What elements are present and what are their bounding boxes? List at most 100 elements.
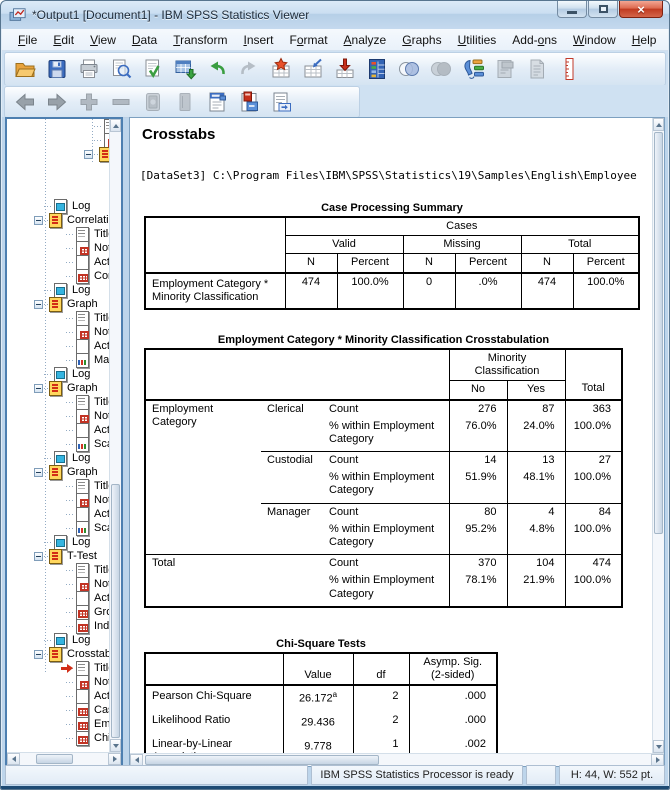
outline-horizontal-scrollbar[interactable]: [7, 752, 121, 765]
select-cases-button[interactable]: [393, 55, 425, 83]
scroll-left-button[interactable]: [7, 753, 20, 765]
outline-item-active-dataset[interactable]: Active Dataset: [7, 339, 109, 354]
ruler-button[interactable]: [553, 55, 585, 83]
menu-data[interactable]: Data: [124, 29, 165, 50]
outline-item-title[interactable]: Title: [7, 311, 109, 326]
outline-item-notes[interactable]: Notes: [7, 325, 109, 340]
outline-item-notes[interactable]: Notes: [7, 577, 109, 592]
menu-window[interactable]: Window: [565, 29, 624, 50]
outline-item-log[interactable]: Log: [7, 199, 109, 214]
outline-item-active-dataset[interactable]: Active Dataset: [7, 507, 109, 522]
scroll-right-button[interactable]: [108, 753, 121, 765]
back-button[interactable]: [9, 88, 41, 116]
outline-item-t-test[interactable]: T-Test: [7, 549, 109, 564]
outline-item-active-dataset[interactable]: Active Dataset: [7, 591, 109, 606]
scroll-thumb[interactable]: [654, 132, 663, 534]
dataset-log-line[interactable]: [DataSet3] C:\Program Files\IBM\SPSS\Sta…: [140, 169, 652, 182]
dialog-recall-button[interactable]: [137, 55, 169, 83]
export-output-button[interactable]: [521, 55, 553, 83]
insert-title-button[interactable]: [233, 88, 265, 116]
menu-edit[interactable]: Edit: [45, 29, 82, 50]
outline-item-graph[interactable]: Graph: [7, 381, 109, 396]
collapse-expander-icon[interactable]: [34, 383, 43, 393]
outline-item-title[interactable]: Title: [7, 227, 109, 242]
scroll-thumb[interactable]: [145, 755, 379, 765]
outline-item-case-processing-summary[interactable]: Case Processing Summary: [7, 703, 109, 718]
collapse-expander-icon[interactable]: [34, 215, 43, 225]
outline-item-title[interactable]: Title: [7, 479, 109, 494]
minimize-button[interactable]: [557, 1, 587, 18]
goto-variable-button[interactable]: [329, 55, 361, 83]
outline-item-matrix[interactable]: Matrix: [7, 353, 109, 368]
collapse-expander-icon[interactable]: [34, 551, 43, 561]
menu-format[interactable]: Format: [282, 29, 336, 50]
scroll-down-button[interactable]: [653, 740, 664, 753]
outline-item-correlations[interactable]: Correlations: [7, 269, 109, 284]
outline-item-title[interactable]: Title: [7, 563, 109, 578]
outline-item-title[interactable]: Title: [7, 395, 109, 410]
undo-button[interactable]: [201, 55, 233, 83]
close-button[interactable]: ×: [619, 1, 663, 18]
outline-item-clipped[interactable]: [7, 119, 109, 134]
outline-item-active-dataset[interactable]: Active Dataset: [7, 255, 109, 270]
case-processing-table[interactable]: Case Processing Summary Cases Valid Miss…: [144, 202, 640, 310]
open-button[interactable]: [9, 55, 41, 83]
chi-square-table[interactable]: Chi-Square Tests Value df Asymp. Sig. (2…: [144, 638, 498, 753]
collapse-expander-icon[interactable]: [84, 149, 93, 159]
collapse-button[interactable]: [137, 88, 169, 116]
collapse-expander-icon[interactable]: [34, 467, 43, 477]
outline-item-clipped[interactable]: [7, 133, 109, 148]
save-button[interactable]: [41, 55, 73, 83]
outline-item-group-statistics[interactable]: Group Statistics: [7, 605, 109, 620]
forward-button[interactable]: [41, 88, 73, 116]
maximize-button[interactable]: [588, 1, 618, 18]
outline-item-notes[interactable]: Notes: [7, 241, 109, 256]
outline-item-scatter[interactable]: Scatter: [7, 437, 109, 452]
outline-item-notes[interactable]: Notes: [7, 493, 109, 508]
output-heading[interactable]: Crosstabs: [142, 126, 652, 143]
outline-item-correlations[interactable]: Correlations: [7, 213, 109, 228]
outline-item-active-dataset[interactable]: Active Dataset: [7, 423, 109, 438]
goto-data-button[interactable]: [169, 55, 201, 83]
outline-item-crosstabs[interactable]: Crosstabs: [7, 647, 109, 662]
outline-item-chi-square-tests[interactable]: Chi-Square Tests: [7, 731, 109, 746]
demote-button[interactable]: [105, 88, 137, 116]
goto-case-button[interactable]: [265, 55, 297, 83]
outline-item-title[interactable]: Title: [7, 661, 109, 676]
insert-text-button[interactable]: [265, 88, 297, 116]
scroll-up-button[interactable]: [653, 118, 664, 131]
outline-vertical-scrollbar[interactable]: [109, 119, 121, 752]
print-button[interactable]: [73, 55, 105, 83]
menu-utilities[interactable]: Utilities: [450, 29, 505, 50]
print-preview-button[interactable]: [105, 55, 137, 83]
outline-item-notes[interactable]: Notes: [7, 675, 109, 690]
outline-item-log[interactable]: Log: [7, 451, 109, 466]
scroll-up-button[interactable]: [110, 119, 121, 132]
outline-item-employment-category-minority-classification[interactable]: Employment Category * Minority Classific…: [7, 717, 109, 732]
use-variable-sets-button[interactable]: [457, 55, 489, 83]
variables-button[interactable]: [361, 55, 393, 83]
insert-heading-button[interactable]: [201, 88, 233, 116]
pivot-trays-button[interactable]: [489, 55, 521, 83]
outline-item-graph[interactable]: Graph: [7, 297, 109, 312]
outline-item-active-dataset[interactable]: Active Dataset: [7, 689, 109, 704]
split-file-button[interactable]: [425, 55, 457, 83]
scroll-thumb[interactable]: [111, 484, 120, 738]
insert-cases-button[interactable]: [297, 55, 329, 83]
outline-item-log[interactable]: Log: [7, 367, 109, 382]
outline-item-log[interactable]: Log: [7, 283, 109, 298]
scroll-thumb[interactable]: [35, 754, 73, 764]
collapse-expander-icon[interactable]: [34, 649, 43, 659]
output-vertical-scrollbar[interactable]: [652, 118, 664, 753]
outline-item-scatter[interactable]: Scatter: [7, 521, 109, 536]
menu-analyze[interactable]: Analyze: [336, 29, 395, 50]
outline-item-graph[interactable]: Graph: [7, 465, 109, 480]
outline-item-clipped[interactable]: [7, 147, 109, 162]
outline-item-notes[interactable]: Notes: [7, 409, 109, 424]
menu-view[interactable]: View: [82, 29, 124, 50]
expand-button[interactable]: [169, 88, 201, 116]
menu-insert[interactable]: Insert: [235, 29, 281, 50]
menu-help[interactable]: Help: [624, 29, 665, 50]
menu-transform[interactable]: Transform: [165, 29, 235, 50]
collapse-expander-icon[interactable]: [34, 299, 43, 309]
